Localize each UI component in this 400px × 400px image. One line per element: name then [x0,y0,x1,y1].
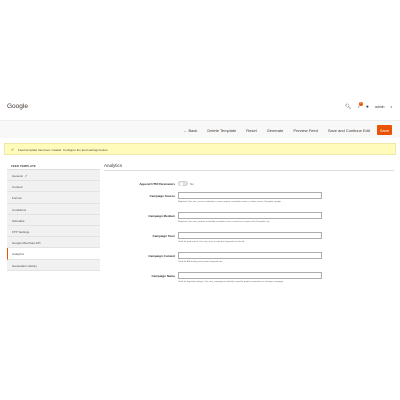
sidebar-item-label: General [12,174,23,178]
page-title: Google [7,103,28,110]
user-menu[interactable]: admin [375,105,385,109]
sidebar-item-conditions[interactable]: Conditions [7,203,100,215]
sidebar-item-generation-history[interactable]: Generation History [7,259,100,271]
save-continue-button[interactable]: Save and Continue Edit [325,126,373,135]
campaign-source-label: Campaign Source [149,194,175,198]
sidebar-item-label: Schedule [12,218,25,223]
campaign-term-note: Used for paid search. Use utm_term to no… [178,241,245,243]
sidebar-tabs: FEED TEMPLATE General ✔ Content Format Co… [7,162,100,271]
page-header: Google 🔍︎ ♪ 1 ● admin ▾ [0,101,400,117]
campaign-content-input[interactable] [178,252,322,259]
append-utm-label: Append UTM Parameters [139,182,175,186]
campaign-content-label: Campaign Content [148,254,175,258]
message-text: Feed template has been created. Configur… [18,148,109,152]
campaign-medium-label: Campaign Medium [148,214,175,218]
analytics-section: Analytics Append UTM Parameters No Campa… [104,162,394,283]
chevron-down-icon[interactable]: ▾ [390,104,392,110]
campaign-content-note: Used for A/B testing and content-targete… [178,261,223,263]
sidebar-item-analytics[interactable]: Analytics [7,248,100,260]
search-icon[interactable]: 🔍︎ [345,104,351,110]
success-message: ✔ Feed template has been created. Config… [4,143,396,155]
section-title: Analytics [104,162,394,171]
toggle-knob [179,182,184,187]
append-utm-toggle[interactable] [178,181,188,187]
campaign-term-label: Campaign Term [152,234,175,238]
append-utm-value: No [190,182,194,186]
sidebar-item-label: Google Merchant API [12,241,41,246]
preview-feed-button[interactable]: Preview Feed [290,126,320,135]
sidebar-item-label: Format [12,196,22,201]
sidebar-item-label: FTP Settings [12,229,30,234]
sidebar-item-format[interactable]: Format [7,192,100,204]
check-icon: ✔ [11,147,15,152]
sidebar-item-label: Content [12,185,23,190]
campaign-term-input[interactable] [178,232,322,239]
campaign-source-note: Required. Use utm_source to identify a s… [178,201,281,203]
sidebar-item-label: Generation History [12,263,38,268]
check-icon: ✔ [24,174,28,178]
back-button[interactable]: ← Back [180,126,200,135]
campaign-name-input[interactable] [178,272,322,279]
sidebar-item-general[interactable]: General ✔ [7,170,100,182]
campaign-source-input[interactable] [178,192,322,199]
sidebar-item-label: Conditions [12,207,27,212]
generate-button[interactable]: Generate [264,126,287,135]
campaign-medium-note: Required. Use utm_medium to identify a m… [178,221,270,223]
sidebar-item-schedule[interactable]: Schedule [7,214,100,226]
campaign-name-note: Used for keyword analysis. Use utm_campa… [178,281,284,283]
notification-badge: 1 [358,102,363,106]
sidebar-heading: FEED TEMPLATE [7,162,100,170]
sidebar-item-label: Analytics [12,252,25,257]
page-actions: ← Back Delete Template Reset Generate Pr… [0,120,400,138]
sidebar-item-ftp-settings[interactable]: FTP Settings [7,225,100,238]
bell-icon[interactable]: ♪ 1 [357,102,363,110]
delete-template-button[interactable]: Delete Template [204,126,239,135]
save-button[interactable]: Save [376,125,392,135]
reset-button[interactable]: Reset [243,126,259,135]
sidebar-item-content[interactable]: Content [7,181,100,193]
header-actions: 🔍︎ ♪ 1 ● admin ▾ [345,102,392,110]
campaign-medium-input[interactable] [178,212,322,219]
campaign-name-label: Campaign Name [151,274,175,278]
sidebar-item-google-merchant-api[interactable]: Google Merchant API [7,237,100,249]
user-icon[interactable]: ● [366,104,369,110]
